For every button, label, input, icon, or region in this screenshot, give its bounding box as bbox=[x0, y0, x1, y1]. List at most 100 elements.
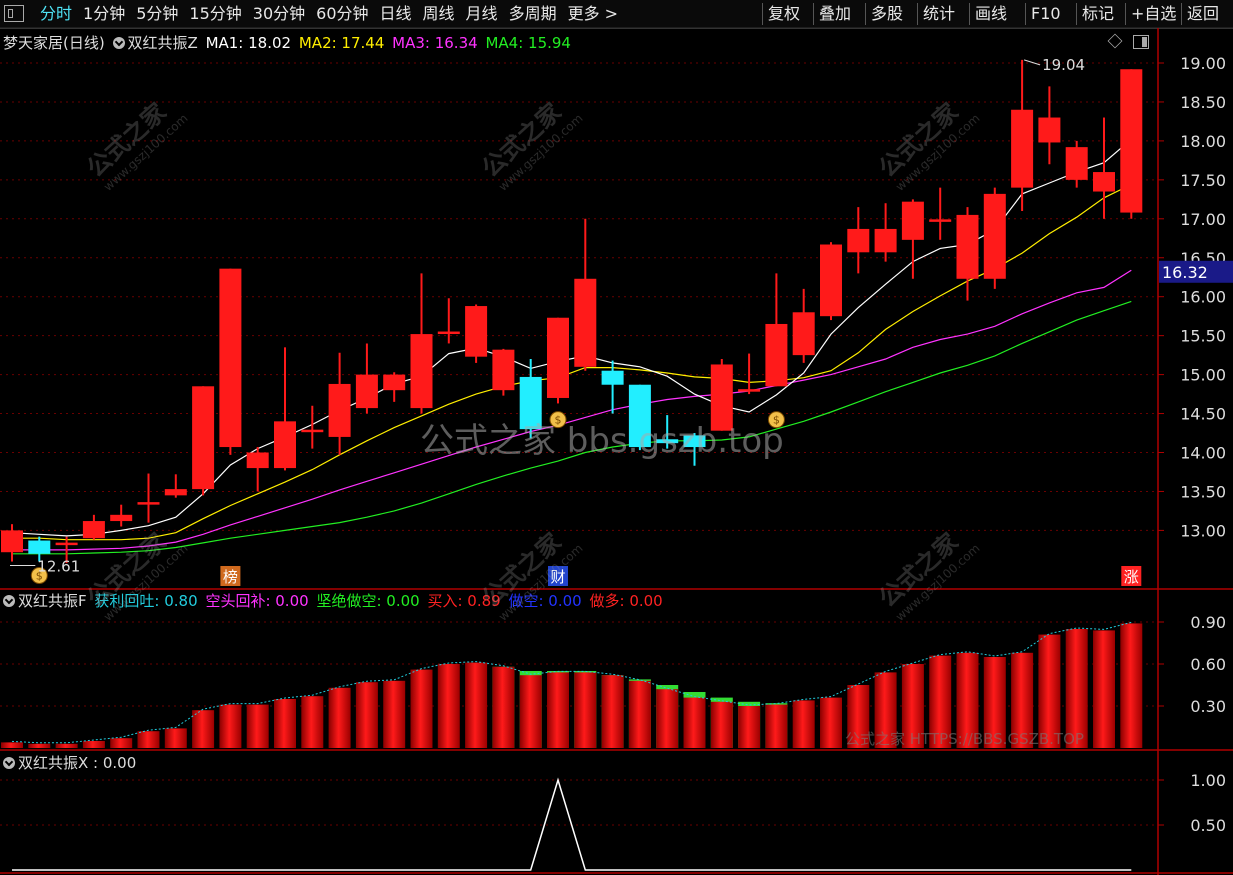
candle bbox=[465, 304, 488, 363]
y-tick-label: 14.00 bbox=[1180, 444, 1226, 463]
event-marker-box bbox=[220, 566, 241, 586]
candle bbox=[901, 199, 924, 279]
buy-bar bbox=[628, 680, 651, 748]
panel-toggle-icon[interactable] bbox=[1133, 35, 1149, 49]
sub2-indicator-name[interactable]: 双红共振X : 0.00 bbox=[18, 754, 136, 772]
candle-body bbox=[1120, 69, 1143, 213]
buy-bar bbox=[465, 662, 488, 748]
buy-bar bbox=[574, 672, 597, 748]
candle bbox=[383, 372, 406, 402]
candle-body bbox=[1093, 172, 1115, 192]
candle bbox=[983, 187, 1006, 289]
buy-bar bbox=[164, 728, 187, 748]
y-tick-label: 19.00 bbox=[1180, 54, 1226, 73]
period-tab-4[interactable]: 30分钟 bbox=[253, 3, 305, 25]
candle-body bbox=[765, 323, 788, 387]
tool-button-3[interactable]: 统计 bbox=[923, 3, 955, 25]
sub1-menu-icon[interactable] bbox=[3, 595, 15, 607]
diamond-icon[interactable] bbox=[1107, 33, 1123, 49]
main-panel-title: 梦天家居(日线) 双红共振Z MA1: 18.02 MA2: 17.44 MA3… bbox=[3, 33, 574, 53]
period-tab-8[interactable]: 月线 bbox=[466, 3, 498, 25]
y-tick-label: 16.00 bbox=[1180, 288, 1226, 307]
buy-bar bbox=[410, 669, 433, 748]
period-tab-5[interactable]: 60分钟 bbox=[316, 3, 368, 25]
candle-body bbox=[847, 228, 870, 253]
buy-bar bbox=[219, 704, 242, 748]
tool-button-7[interactable]: +自选 bbox=[1131, 3, 1176, 25]
buy-bar bbox=[355, 682, 378, 748]
period-tab-10[interactable]: 更多 > bbox=[568, 3, 619, 25]
candle bbox=[110, 504, 133, 527]
buy-bar bbox=[110, 738, 133, 748]
candle bbox=[738, 353, 761, 395]
indicator-name[interactable]: 双红共振Z bbox=[128, 34, 198, 52]
bottom-watermark: 公式之家 HTTPS://BBS.GSZB.TOP bbox=[845, 730, 1084, 748]
y-tick-label: 14.50 bbox=[1180, 405, 1226, 424]
candle bbox=[765, 273, 788, 387]
candle bbox=[601, 360, 624, 414]
toolbar-separator bbox=[969, 3, 970, 25]
toolbar-separator bbox=[1181, 3, 1182, 25]
tool-button-2[interactable]: 多股 bbox=[871, 3, 903, 25]
layout-toggle-icon[interactable] bbox=[4, 5, 24, 22]
candle-body bbox=[55, 542, 78, 546]
tool-button-0[interactable]: 复权 bbox=[768, 3, 800, 25]
period-tab-0[interactable]: 分时 bbox=[40, 3, 72, 25]
short-cover-bar bbox=[710, 697, 733, 748]
low-label: 12.61 bbox=[37, 557, 80, 575]
tool-button-1[interactable]: 叠加 bbox=[819, 3, 851, 25]
buy-bar bbox=[328, 687, 351, 748]
short-cover-bar bbox=[738, 701, 761, 748]
candle bbox=[28, 536, 51, 562]
period-tab-9[interactable]: 多周期 bbox=[509, 3, 557, 25]
candle-body bbox=[328, 383, 351, 437]
y-tick-label: 17.50 bbox=[1180, 171, 1226, 190]
y-tick-label: 16.50 bbox=[1180, 249, 1226, 268]
buy-bar bbox=[492, 666, 515, 748]
candle bbox=[192, 386, 215, 496]
period-tab-3[interactable]: 15分钟 bbox=[189, 3, 241, 25]
period-tab-1[interactable]: 1分钟 bbox=[83, 3, 125, 25]
candle bbox=[1038, 86, 1061, 165]
candle bbox=[328, 352, 351, 455]
sub2-menu-icon[interactable] bbox=[3, 757, 15, 769]
watermark: 公式之家 www.gszj100.com bbox=[873, 527, 983, 624]
period-tab-6[interactable]: 日线 bbox=[380, 3, 412, 25]
tool-button-6[interactable]: 标记 bbox=[1082, 3, 1114, 25]
y-tick-label: 18.00 bbox=[1180, 132, 1226, 151]
candle bbox=[437, 298, 460, 344]
signal-line bbox=[12, 777, 1132, 871]
candle-body bbox=[465, 306, 488, 357]
high-label: 19.04 bbox=[1042, 56, 1085, 74]
buy-bar bbox=[28, 743, 51, 748]
current-price-box bbox=[1159, 260, 1233, 283]
candle bbox=[410, 273, 433, 414]
tool-button-4[interactable]: 画线 bbox=[975, 3, 1007, 25]
buy-bar bbox=[519, 675, 542, 748]
candle-body bbox=[820, 244, 842, 317]
short-cover-bar bbox=[601, 675, 624, 748]
buy-bar bbox=[1, 742, 23, 748]
tool-button-5[interactable]: F10 bbox=[1031, 3, 1061, 25]
candle-body bbox=[192, 386, 215, 490]
toolbar-separator bbox=[1025, 3, 1026, 25]
indicator-menu-icon[interactable] bbox=[112, 37, 125, 49]
period-tab-7[interactable]: 周线 bbox=[423, 3, 455, 25]
sub1-indicator-name[interactable]: 双红共振F bbox=[18, 592, 87, 610]
watermark: 公式之家 www.gszj100.com bbox=[873, 97, 983, 194]
buy-bar bbox=[710, 701, 733, 748]
candle bbox=[820, 242, 842, 321]
buy-bar bbox=[683, 697, 706, 748]
short-cover-bar bbox=[547, 671, 569, 748]
buy-bar bbox=[820, 697, 842, 748]
sub1-item-1: 空头回补: 0.00 bbox=[205, 592, 309, 610]
tool-button-8[interactable]: 返回 bbox=[1187, 3, 1219, 25]
candle-body bbox=[28, 540, 51, 554]
y-tick-label: 0.60 bbox=[1190, 655, 1226, 674]
candle bbox=[874, 203, 897, 262]
short-cover-bar bbox=[519, 671, 542, 748]
candle bbox=[1120, 69, 1143, 219]
candle-body bbox=[137, 502, 160, 505]
short-cover-bar bbox=[656, 685, 679, 748]
period-tab-2[interactable]: 5分钟 bbox=[136, 3, 178, 25]
